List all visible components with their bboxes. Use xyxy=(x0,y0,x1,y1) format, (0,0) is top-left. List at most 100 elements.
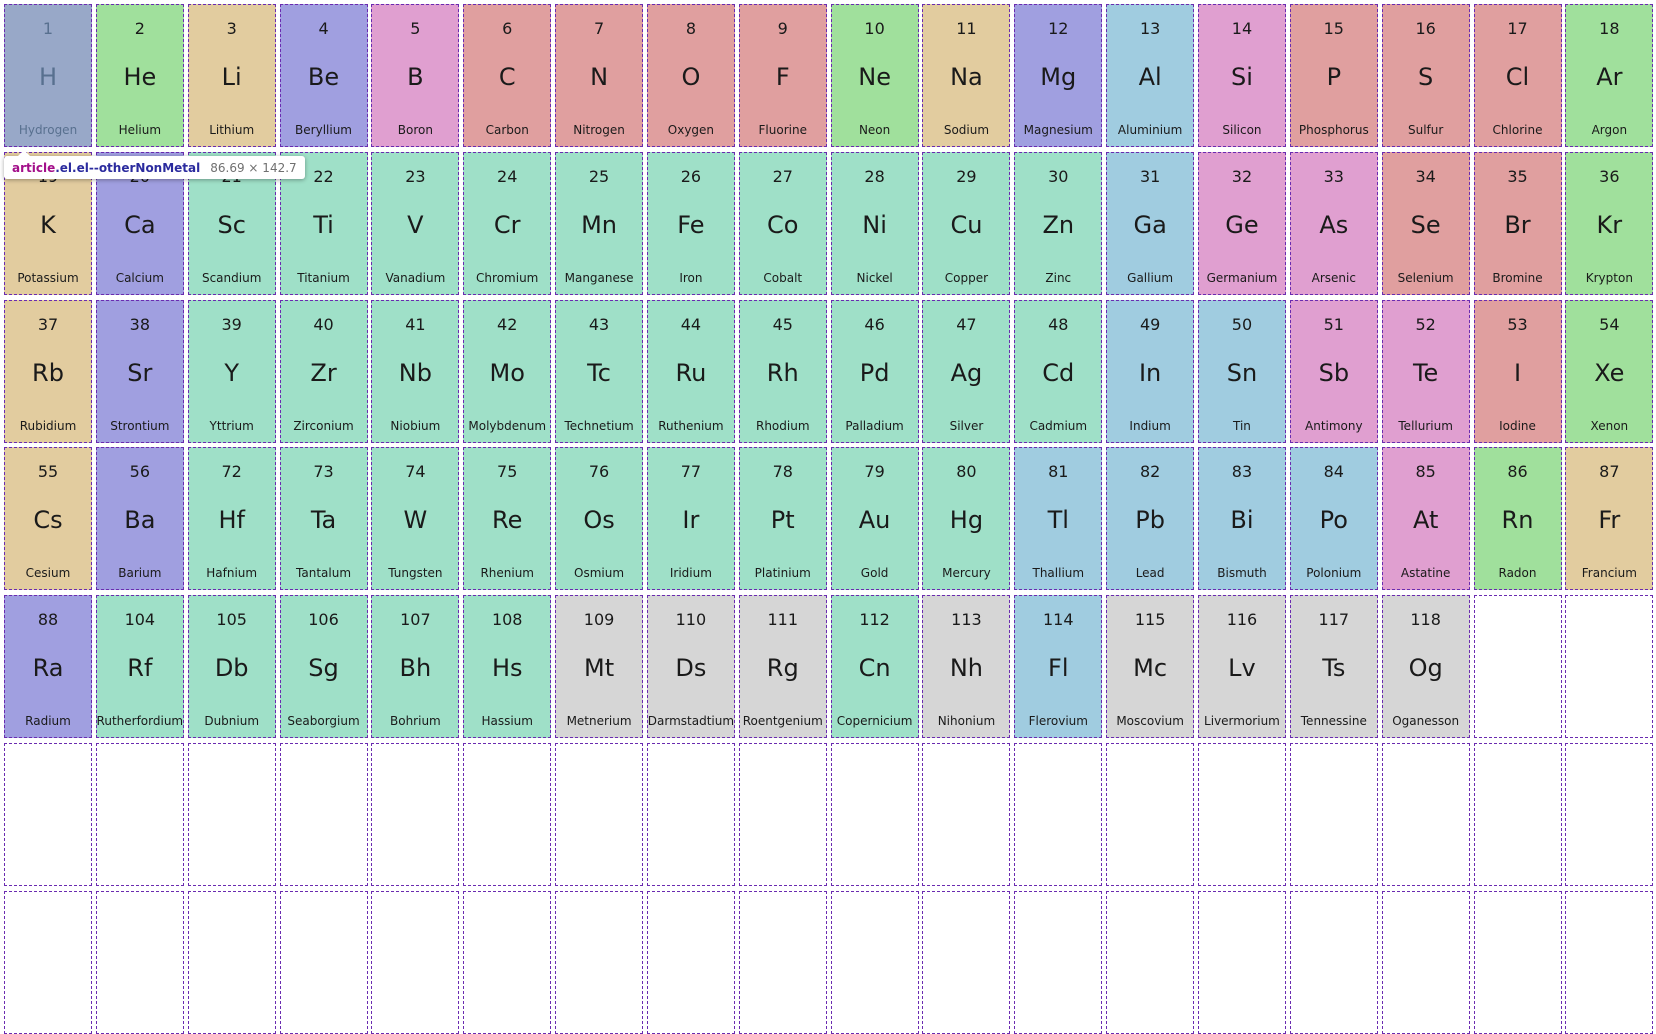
element-tile-br[interactable]: 35 Br Bromine xyxy=(1473,151,1562,295)
element-tile-i[interactable]: 53 I Iodine xyxy=(1473,299,1562,443)
element-tile-cn[interactable]: 112 Cn Copernicium xyxy=(830,595,919,739)
empty-cell xyxy=(95,742,184,886)
element-name: Strontium xyxy=(110,418,170,433)
element-tile-zn[interactable]: 30 Zn Zinc xyxy=(1014,151,1103,295)
element-tile-nb[interactable]: 41 Nb Niobium xyxy=(371,299,460,443)
element-tile-w[interactable]: 74 W Tungsten xyxy=(371,447,460,591)
element-tile-bh[interactable]: 107 Bh Bohrium xyxy=(371,595,460,739)
atomic-number: 2 xyxy=(134,19,145,38)
element-tile-in[interactable]: 49 In Indium xyxy=(1106,299,1195,443)
element-tile-ds[interactable]: 110 Ds Darmstadtium xyxy=(646,595,735,739)
element-tile-si[interactable]: 14 Si Silicon xyxy=(1197,4,1286,147)
element-tile-ra[interactable]: 88 Ra Radium xyxy=(4,595,92,739)
element-tile-fe[interactable]: 26 Fe Iron xyxy=(646,151,735,295)
element-tile-cs[interactable]: 55 Cs Cesium xyxy=(4,447,92,591)
atomic-number: 10 xyxy=(864,19,885,38)
element-tile-mo[interactable]: 42 Mo Molybdenum xyxy=(463,299,552,443)
element-tile-at[interactable]: 85 At Astatine xyxy=(1381,447,1470,591)
element-tile-mg[interactable]: 12 Mg Magnesium xyxy=(1014,4,1103,147)
element-symbol: Ge xyxy=(1225,210,1259,239)
element-tile-sr[interactable]: 38 Sr Strontium xyxy=(95,299,184,443)
element-tile-se[interactable]: 34 Se Selenium xyxy=(1381,151,1470,295)
element-tile-sb[interactable]: 51 Sb Antimony xyxy=(1289,299,1378,443)
element-tile-h[interactable]: 1 H Hydrogen xyxy=(4,4,92,147)
element-tile-sg[interactable]: 106 Sg Seaborgium xyxy=(279,595,368,739)
element-tile-hg[interactable]: 80 Hg Mercury xyxy=(922,447,1011,591)
element-tile-tl[interactable]: 81 Tl Thallium xyxy=(1014,447,1103,591)
element-tile-rg[interactable]: 111 Rg Roentgenium xyxy=(738,595,827,739)
element-tile-na[interactable]: 11 Na Sodium xyxy=(922,4,1011,147)
element-tile-kr[interactable]: 36 Kr Krypton xyxy=(1565,151,1654,295)
element-tile-b[interactable]: 5 B Boron xyxy=(371,4,460,147)
element-tile-pt[interactable]: 78 Pt Platinium xyxy=(738,447,827,591)
element-name: Hafnium xyxy=(206,566,258,581)
element-tile-ne[interactable]: 10 Ne Neon xyxy=(830,4,919,147)
element-tile-n[interactable]: 7 N Nitrogen xyxy=(555,4,644,147)
element-tile-al[interactable]: 13 Al Aluminium xyxy=(1106,4,1195,147)
atomic-number: 85 xyxy=(1415,462,1436,482)
element-tile-rf[interactable]: 104 Rf Rutherfordium xyxy=(95,595,184,739)
element-tile-re[interactable]: 75 Re Rhenium xyxy=(463,447,552,591)
element-tile-co[interactable]: 27 Co Cobalt xyxy=(738,151,827,295)
element-tile-mt[interactable]: 109 Mt Metnerium xyxy=(555,595,644,739)
element-tile-zr[interactable]: 40 Zr Zirconium xyxy=(279,299,368,443)
element-tile-xe[interactable]: 54 Xe Xenon xyxy=(1565,299,1654,443)
element-tile-pb[interactable]: 82 Pb Lead xyxy=(1106,447,1195,591)
element-tile-cd[interactable]: 48 Cd Cadmium xyxy=(1014,299,1103,443)
element-tile-ir[interactable]: 77 Ir Iridium xyxy=(646,447,735,591)
element-tile-ts[interactable]: 117 Ts Tennessine xyxy=(1289,595,1378,739)
element-tile-ba[interactable]: 56 Ba Barium xyxy=(95,447,184,591)
element-tile-ta[interactable]: 73 Ta Tantalum xyxy=(279,447,368,591)
element-tile-s[interactable]: 16 S Sulfur xyxy=(1381,4,1470,147)
element-tile-lv[interactable]: 116 Lv Livermorium xyxy=(1197,595,1286,739)
element-symbol: Be xyxy=(307,63,340,91)
element-tile-tc[interactable]: 43 Tc Technetium xyxy=(555,299,644,443)
element-tile-nh[interactable]: 113 Nh Nihonium xyxy=(922,595,1011,739)
element-tile-as[interactable]: 33 As Arsenic xyxy=(1289,151,1378,295)
element-tile-te[interactable]: 52 Te Tellurium xyxy=(1381,299,1470,443)
element-tile-c[interactable]: 6 C Carbon xyxy=(463,4,552,147)
element-tile-cu[interactable]: 29 Cu Copper xyxy=(922,151,1011,295)
element-tile-li[interactable]: 3 Li Lithium xyxy=(187,4,276,147)
element-tile-v[interactable]: 23 V Vanadium xyxy=(371,151,460,295)
element-name: Lithium xyxy=(209,123,255,137)
element-tile-y[interactable]: 39 Y Yttrium xyxy=(187,299,276,443)
empty-cell xyxy=(830,742,919,886)
element-symbol: Na xyxy=(950,63,983,91)
element-tile-ga[interactable]: 31 Ga Gallium xyxy=(1106,151,1195,295)
element-tile-pd[interactable]: 46 Pd Palladium xyxy=(830,299,919,443)
element-tile-ge[interactable]: 32 Ge Germanium xyxy=(1197,151,1286,295)
element-tile-ru[interactable]: 44 Ru Ruthenium xyxy=(646,299,735,443)
element-tile-ni[interactable]: 28 Ni Nickel xyxy=(830,151,919,295)
element-symbol: Ir xyxy=(682,506,700,535)
element-tile-ag[interactable]: 47 Ag Silver xyxy=(922,299,1011,443)
element-tile-fl[interactable]: 114 Fl Flerovium xyxy=(1014,595,1103,739)
element-tile-au[interactable]: 79 Au Gold xyxy=(830,447,919,591)
empty-cell xyxy=(1289,890,1378,1034)
element-tile-he[interactable]: 2 He Helium xyxy=(95,4,184,147)
element-tile-hs[interactable]: 108 Hs Hassium xyxy=(463,595,552,739)
element-tile-sn[interactable]: 50 Sn Tin xyxy=(1197,299,1286,443)
element-tile-po[interactable]: 84 Po Polonium xyxy=(1289,447,1378,591)
element-tile-o[interactable]: 8 O Oxygen xyxy=(646,4,735,147)
element-tile-og[interactable]: 118 Og Oganesson xyxy=(1381,595,1470,739)
element-symbol: Li xyxy=(221,63,242,91)
element-tile-hf[interactable]: 72 Hf Hafnium xyxy=(187,447,276,591)
element-tile-be[interactable]: 4 Be Beryllium xyxy=(279,4,368,147)
element-tile-cl[interactable]: 17 Cl Chlorine xyxy=(1473,4,1562,147)
element-tile-rn[interactable]: 86 Rn Radon xyxy=(1473,447,1562,591)
element-tile-ar[interactable]: 18 Ar Argon xyxy=(1565,4,1654,147)
element-tile-mn[interactable]: 25 Mn Manganese xyxy=(555,151,644,295)
element-tile-p[interactable]: 15 P Phosphorus xyxy=(1289,4,1378,147)
element-tile-fr[interactable]: 87 Fr Francium xyxy=(1565,447,1654,591)
element-tile-f[interactable]: 9 F Fluorine xyxy=(738,4,827,147)
devtools-element-tooltip: article .el.el--otherNonMetal 86.69 × 142… xyxy=(4,150,305,179)
empty-cell xyxy=(1565,742,1654,886)
element-tile-os[interactable]: 76 Os Osmium xyxy=(555,447,644,591)
element-tile-bi[interactable]: 83 Bi Bismuth xyxy=(1197,447,1286,591)
element-tile-rb[interactable]: 37 Rb Rubidium xyxy=(4,299,92,443)
element-tile-rh[interactable]: 45 Rh Rhodium xyxy=(738,299,827,443)
element-tile-mc[interactable]: 115 Mc Moscovium xyxy=(1106,595,1195,739)
element-tile-cr[interactable]: 24 Cr Chromium xyxy=(463,151,552,295)
element-tile-db[interactable]: 105 Db Dubnium xyxy=(187,595,276,739)
